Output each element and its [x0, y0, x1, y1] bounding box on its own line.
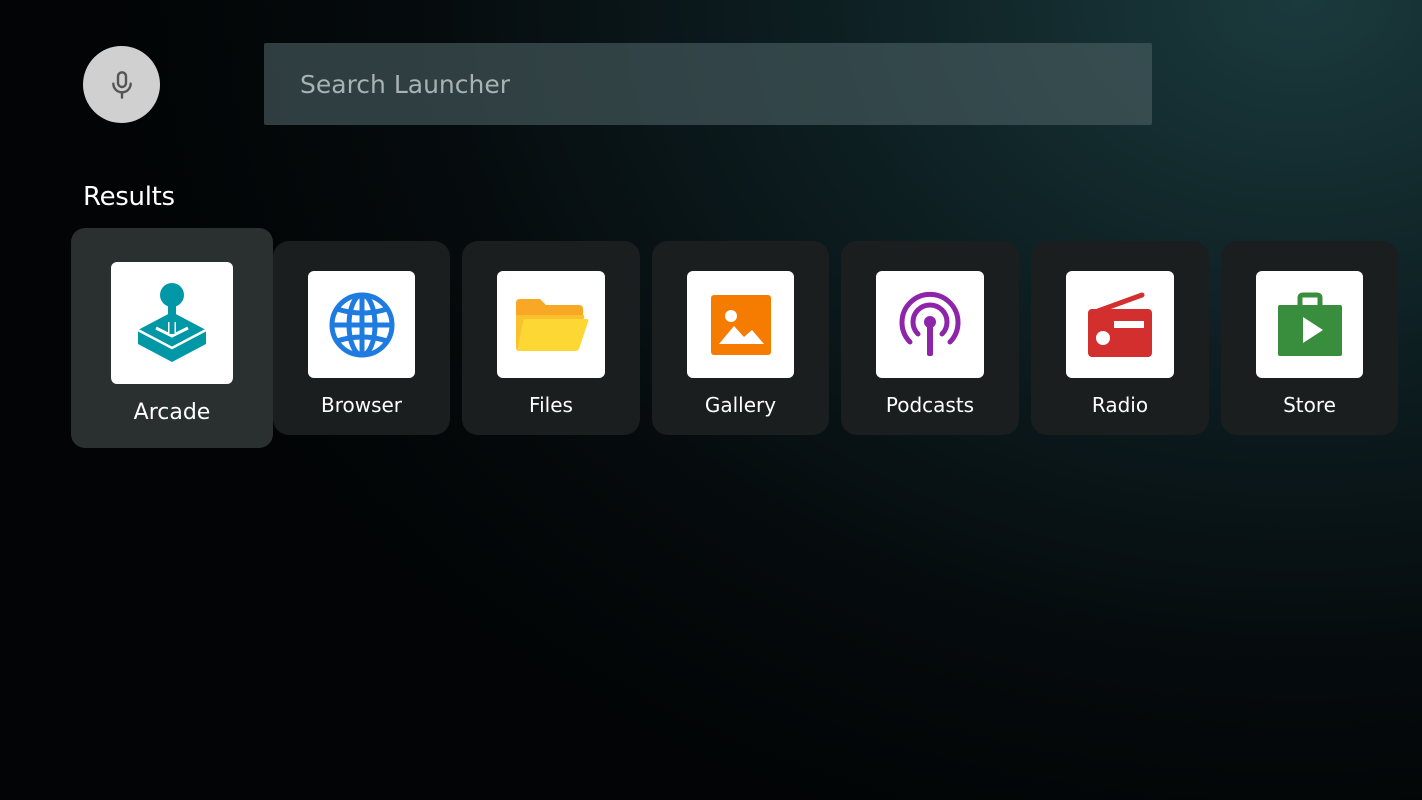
app-label: Arcade [133, 400, 211, 425]
app-label: Store [1283, 393, 1336, 417]
store-bag-icon [1277, 292, 1342, 356]
app-label: Browser [320, 393, 403, 417]
search-input[interactable] [264, 43, 1152, 125]
app-tile-radio[interactable]: Radio [1031, 241, 1209, 435]
app-tile-arcade[interactable]: Arcade [71, 228, 273, 448]
app-tile-store[interactable]: Store [1221, 241, 1398, 435]
app-icon-podcasts [876, 271, 984, 378]
results-heading: Results [83, 182, 175, 212]
app-icon-browser [308, 271, 415, 378]
app-tile-files[interactable]: Files [462, 241, 640, 435]
image-icon [710, 294, 771, 355]
voice-search-button[interactable] [83, 46, 160, 123]
app-tile-browser[interactable]: Browser [273, 241, 450, 435]
joystick-icon [137, 283, 207, 362]
radio-icon [1088, 292, 1152, 357]
podcast-icon [899, 291, 961, 356]
app-label: Podcasts [885, 393, 975, 417]
app-label: Gallery [704, 393, 777, 417]
microphone-icon [111, 70, 132, 99]
app-tile-podcasts[interactable]: Podcasts [841, 241, 1019, 435]
globe-icon [329, 292, 394, 357]
app-label: Radio [1091, 393, 1149, 417]
app-icon-arcade [111, 262, 233, 384]
search-bar[interactable] [264, 43, 1152, 125]
app-icon-gallery [687, 271, 794, 378]
folder-icon [516, 298, 589, 351]
app-icon-files [497, 271, 605, 378]
app-label: Files [529, 393, 573, 417]
app-icon-store [1256, 271, 1363, 378]
app-tile-gallery[interactable]: Gallery [652, 241, 829, 435]
app-icon-radio [1066, 271, 1174, 378]
